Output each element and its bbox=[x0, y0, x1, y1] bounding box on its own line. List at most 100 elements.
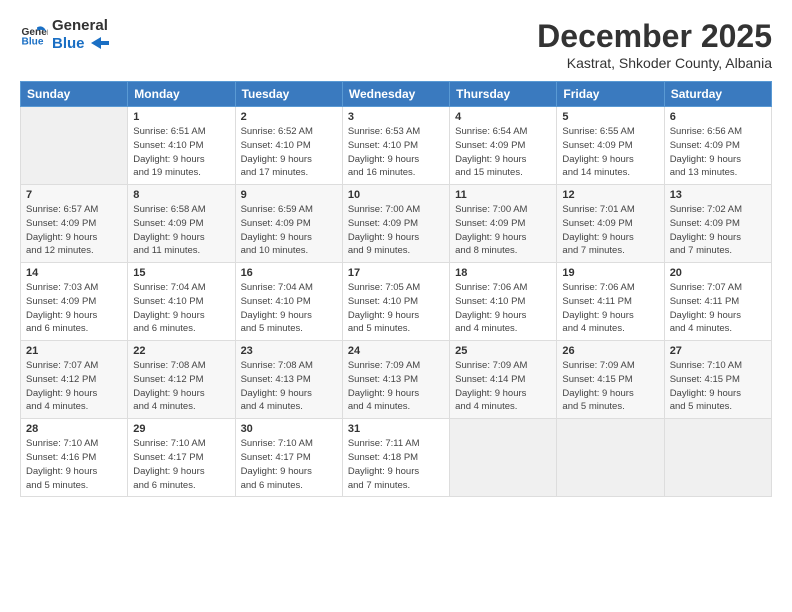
logo-icon: General Blue bbox=[20, 21, 48, 49]
day-info: Sunrise: 6:51 AMSunset: 4:10 PMDaylight:… bbox=[133, 125, 229, 180]
day-number: 6 bbox=[670, 111, 766, 123]
calendar-cell: 10 Sunrise: 7:00 AMSunset: 4:09 PMDayligh… bbox=[342, 185, 449, 263]
day-info: Sunrise: 7:02 AMSunset: 4:09 PMDaylight:… bbox=[670, 203, 766, 258]
day-info: Sunrise: 6:56 AMSunset: 4:09 PMDaylight:… bbox=[670, 125, 766, 180]
day-number: 16 bbox=[241, 267, 337, 279]
day-info: Sunrise: 7:00 AMSunset: 4:09 PMDaylight:… bbox=[348, 203, 444, 258]
day-info: Sunrise: 7:07 AMSunset: 4:11 PMDaylight:… bbox=[670, 281, 766, 336]
day-info: Sunrise: 7:11 AMSunset: 4:18 PMDaylight:… bbox=[348, 437, 444, 492]
day-info: Sunrise: 7:09 AMSunset: 4:15 PMDaylight:… bbox=[562, 359, 658, 414]
calendar-cell: 2Sunrise: 6:52 AMSunset: 4:10 PMDaylight… bbox=[235, 107, 342, 185]
day-number: 3 bbox=[348, 111, 444, 123]
day-info: Sunrise: 7:07 AMSunset: 4:12 PMDaylight:… bbox=[26, 359, 122, 414]
day-info: Sunrise: 6:55 AMSunset: 4:09 PMDaylight:… bbox=[562, 125, 658, 180]
day-number: 13 bbox=[670, 189, 766, 201]
calendar-cell: 6 Sunrise: 6:56 AMSunset: 4:09 PMDaylight… bbox=[664, 107, 771, 185]
weekday-header: Thursday bbox=[450, 82, 557, 107]
weekday-header: Monday bbox=[128, 82, 235, 107]
day-info: Sunrise: 6:53 AMSunset: 4:10 PMDaylight:… bbox=[348, 125, 444, 180]
calendar-cell: 3 Sunrise: 6:53 AMSunset: 4:10 PMDaylight… bbox=[342, 107, 449, 185]
day-info: Sunrise: 7:00 AMSunset: 4:09 PMDaylight:… bbox=[455, 203, 551, 258]
day-info: Sunrise: 6:54 AMSunset: 4:09 PMDaylight:… bbox=[455, 125, 551, 180]
weekday-header: Sunday bbox=[21, 82, 128, 107]
calendar-week-row: 14Sunrise: 7:03 AMSunset: 4:09 PMDayligh… bbox=[21, 263, 772, 341]
calendar-cell: 17Sunrise: 7:05 AMSunset: 4:10 PMDayligh… bbox=[342, 263, 449, 341]
calendar-cell: 26 Sunrise: 7:09 AMSunset: 4:15 PMDayligh… bbox=[557, 341, 664, 419]
page: General Blue General Blue December 2025 … bbox=[0, 0, 792, 612]
calendar-cell: 19 Sunrise: 7:06 AMSunset: 4:11 PMDayligh… bbox=[557, 263, 664, 341]
calendar-cell bbox=[664, 419, 771, 497]
day-info: Sunrise: 7:10 AMSunset: 4:16 PMDaylight:… bbox=[26, 437, 122, 492]
calendar-cell: 15Sunrise: 7:04 AMSunset: 4:10 PMDayligh… bbox=[128, 263, 235, 341]
day-number: 29 bbox=[133, 423, 229, 435]
calendar-cell: 11 Sunrise: 7:00 AMSunset: 4:09 PMDayligh… bbox=[450, 185, 557, 263]
calendar-cell: 12Sunrise: 7:01 AMSunset: 4:09 PMDayligh… bbox=[557, 185, 664, 263]
month-title: December 2025 bbox=[537, 18, 772, 55]
title-block: December 2025 Kastrat, Shkoder County, A… bbox=[537, 18, 772, 71]
day-info: Sunrise: 7:01 AMSunset: 4:09 PMDaylight:… bbox=[562, 203, 658, 258]
calendar-cell: 4 Sunrise: 6:54 AMSunset: 4:09 PMDaylight… bbox=[450, 107, 557, 185]
location-subtitle: Kastrat, Shkoder County, Albania bbox=[537, 55, 772, 71]
day-number: 22 bbox=[133, 345, 229, 357]
logo-general: General bbox=[52, 18, 108, 35]
day-number: 23 bbox=[241, 345, 337, 357]
calendar-cell: 21 Sunrise: 7:07 AMSunset: 4:12 PMDayligh… bbox=[21, 341, 128, 419]
day-info: Sunrise: 6:57 AMSunset: 4:09 PMDaylight:… bbox=[26, 203, 122, 258]
day-number: 25 bbox=[455, 345, 551, 357]
calendar-cell: 13 Sunrise: 7:02 AMSunset: 4:09 PMDayligh… bbox=[664, 185, 771, 263]
calendar-cell: 16 Sunrise: 7:04 AMSunset: 4:10 PMDayligh… bbox=[235, 263, 342, 341]
day-info: Sunrise: 7:10 AMSunset: 4:17 PMDaylight:… bbox=[133, 437, 229, 492]
day-number: 19 bbox=[562, 267, 658, 279]
calendar-cell: 7 Sunrise: 6:57 AMSunset: 4:09 PMDaylight… bbox=[21, 185, 128, 263]
day-info: Sunrise: 6:58 AMSunset: 4:09 PMDaylight:… bbox=[133, 203, 229, 258]
day-number: 4 bbox=[455, 111, 551, 123]
logo: General Blue General Blue bbox=[20, 18, 109, 53]
day-info: Sunrise: 7:06 AMSunset: 4:11 PMDaylight:… bbox=[562, 281, 658, 336]
weekday-header: Wednesday bbox=[342, 82, 449, 107]
day-number: 9 bbox=[241, 189, 337, 201]
calendar-cell: 9 Sunrise: 6:59 AMSunset: 4:09 PMDaylight… bbox=[235, 185, 342, 263]
calendar-week-row: 28Sunrise: 7:10 AMSunset: 4:16 PMDayligh… bbox=[21, 419, 772, 497]
calendar-cell: 28Sunrise: 7:10 AMSunset: 4:16 PMDayligh… bbox=[21, 419, 128, 497]
day-info: Sunrise: 7:09 AMSunset: 4:14 PMDaylight:… bbox=[455, 359, 551, 414]
calendar-cell: 20 Sunrise: 7:07 AMSunset: 4:11 PMDayligh… bbox=[664, 263, 771, 341]
calendar-cell: 25 Sunrise: 7:09 AMSunset: 4:14 PMDayligh… bbox=[450, 341, 557, 419]
day-info: Sunrise: 7:10 AMSunset: 4:17 PMDaylight:… bbox=[241, 437, 337, 492]
day-number: 11 bbox=[455, 189, 551, 201]
header: General Blue General Blue December 2025 … bbox=[20, 18, 772, 71]
day-number: 26 bbox=[562, 345, 658, 357]
day-number: 7 bbox=[26, 189, 122, 201]
day-number: 21 bbox=[26, 345, 122, 357]
day-info: Sunrise: 7:06 AMSunset: 4:10 PMDaylight:… bbox=[455, 281, 551, 336]
day-number: 10 bbox=[348, 189, 444, 201]
day-number: 24 bbox=[348, 345, 444, 357]
day-number: 8 bbox=[133, 189, 229, 201]
weekday-header: Saturday bbox=[664, 82, 771, 107]
calendar-cell: 18 Sunrise: 7:06 AMSunset: 4:10 PMDayligh… bbox=[450, 263, 557, 341]
day-number: 18 bbox=[455, 267, 551, 279]
calendar-cell: 27Sunrise: 7:10 AMSunset: 4:15 PMDayligh… bbox=[664, 341, 771, 419]
calendar-cell: 31 Sunrise: 7:11 AMSunset: 4:18 PMDayligh… bbox=[342, 419, 449, 497]
day-info: Sunrise: 6:52 AMSunset: 4:10 PMDaylight:… bbox=[241, 125, 337, 180]
calendar-cell: 24 Sunrise: 7:09 AMSunset: 4:13 PMDayligh… bbox=[342, 341, 449, 419]
calendar-cell bbox=[21, 107, 128, 185]
calendar-cell: 1 Sunrise: 6:51 AMSunset: 4:10 PMDaylight… bbox=[128, 107, 235, 185]
day-info: Sunrise: 7:10 AMSunset: 4:15 PMDaylight:… bbox=[670, 359, 766, 414]
day-info: Sunrise: 7:04 AMSunset: 4:10 PMDaylight:… bbox=[241, 281, 337, 336]
day-info: Sunrise: 7:09 AMSunset: 4:13 PMDaylight:… bbox=[348, 359, 444, 414]
day-number: 31 bbox=[348, 423, 444, 435]
day-number: 1 bbox=[133, 111, 229, 123]
weekday-header: Tuesday bbox=[235, 82, 342, 107]
calendar-table: SundayMondayTuesdayWednesdayThursdayFrid… bbox=[20, 81, 772, 497]
day-info: Sunrise: 7:08 AMSunset: 4:12 PMDaylight:… bbox=[133, 359, 229, 414]
svg-text:Blue: Blue bbox=[22, 37, 44, 48]
day-number: 20 bbox=[670, 267, 766, 279]
logo-arrow-icon bbox=[91, 37, 109, 49]
day-number: 30 bbox=[241, 423, 337, 435]
calendar-cell: 30 Sunrise: 7:10 AMSunset: 4:17 PMDayligh… bbox=[235, 419, 342, 497]
day-info: Sunrise: 6:59 AMSunset: 4:09 PMDaylight:… bbox=[241, 203, 337, 258]
calendar-week-row: 1 Sunrise: 6:51 AMSunset: 4:10 PMDaylight… bbox=[21, 107, 772, 185]
day-info: Sunrise: 7:04 AMSunset: 4:10 PMDaylight:… bbox=[133, 281, 229, 336]
day-info: Sunrise: 7:05 AMSunset: 4:10 PMDaylight:… bbox=[348, 281, 444, 336]
calendar-body: 1 Sunrise: 6:51 AMSunset: 4:10 PMDaylight… bbox=[21, 107, 772, 497]
